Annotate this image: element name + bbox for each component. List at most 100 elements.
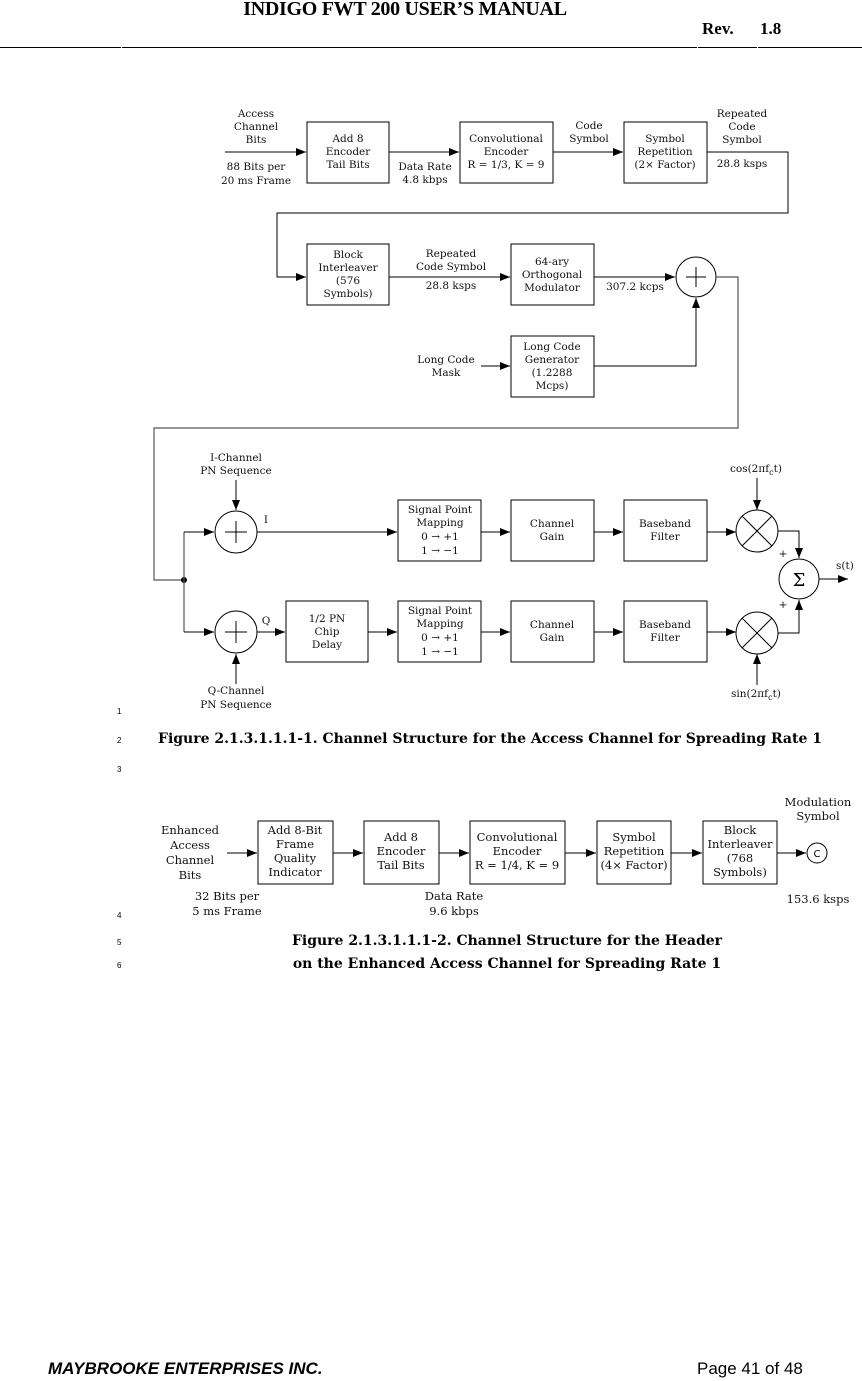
enhanced-tail-bits-block: Add 8 Encoder Tail Bits xyxy=(363,820,440,885)
svg-text:(1.2288: (1.2288 xyxy=(532,367,573,379)
figure-1: Access Channel Bits 88 Bits per 20 ms Fr… xyxy=(117,108,854,774)
modulator-rate-label: 307.2 kcps xyxy=(606,281,664,293)
figure-1-caption: Figure 2.1.3.1.1.1-1. Channel Structure … xyxy=(158,731,822,747)
svg-text:Tail Bits: Tail Bits xyxy=(377,858,424,872)
svg-text:Modulator: Modulator xyxy=(524,282,581,294)
q-mixer-icon xyxy=(735,611,779,655)
q-channel-gain-block: Channel Gain xyxy=(510,600,595,663)
svg-text:PN Sequence: PN Sequence xyxy=(200,465,272,477)
svg-text:sin(2πfct): sin(2πfct) xyxy=(731,688,781,702)
i-signal-mapping-block: Signal Point Mapping 0 → +1 1 → −1 xyxy=(397,499,482,562)
svg-text:Encoder: Encoder xyxy=(377,844,426,858)
svg-text:Signal Point: Signal Point xyxy=(408,504,473,516)
svg-text:1/2 PN: 1/2 PN xyxy=(309,613,346,625)
code-symbol-label: Code Symbol xyxy=(569,120,609,145)
svg-text:Delay: Delay xyxy=(312,639,342,651)
svg-text:Orthogonal: Orthogonal xyxy=(522,269,583,281)
i-label: I xyxy=(264,514,268,526)
figure-2: Enhanced Access Channel Bits 32 Bits per… xyxy=(117,795,852,972)
summer-icon: Σ xyxy=(778,558,820,600)
connector-c-icon: C xyxy=(806,842,828,864)
svg-text:Encoder: Encoder xyxy=(493,844,542,858)
enhanced-input-label: Enhanced Access Channel Bits xyxy=(161,823,220,882)
svg-text:Mcps): Mcps) xyxy=(536,380,569,392)
repeated-code-symbol-label: Repeated Code Symbol 28.8 ksps xyxy=(717,108,768,170)
plus-sign: + xyxy=(779,599,788,611)
output-rate-label: 153.6 ksps xyxy=(787,892,850,906)
svg-text:Interleaver: Interleaver xyxy=(318,262,378,274)
svg-text:Bits: Bits xyxy=(179,868,202,882)
svg-text:Gain: Gain xyxy=(540,531,565,543)
svg-text:Symbol: Symbol xyxy=(612,830,656,844)
svg-text:Baseband: Baseband xyxy=(639,518,691,530)
convolutional-encoder-block: Convolutional Encoder R = 1/3, K = 9 xyxy=(459,121,554,184)
i-channel-gain-block: Channel Gain xyxy=(510,499,595,562)
svg-text:Channel: Channel xyxy=(530,518,575,530)
svg-text:Access: Access xyxy=(169,838,210,852)
svg-text:Add 8: Add 8 xyxy=(383,830,418,844)
svg-text:Add 8-Bit: Add 8-Bit xyxy=(267,823,323,837)
svg-text:Gain: Gain xyxy=(540,632,565,644)
svg-text:Σ: Σ xyxy=(793,570,806,591)
svg-text:28.8 ksps: 28.8 ksps xyxy=(426,280,477,292)
q-xor-icon xyxy=(214,610,258,654)
svg-text:(2× Factor): (2× Factor) xyxy=(634,159,695,171)
svg-text:Enhanced: Enhanced xyxy=(161,823,220,837)
line-number: 3 xyxy=(117,765,122,774)
svg-text:Interleaver: Interleaver xyxy=(707,837,773,851)
enhanced-block-interleaver-block: Block Interleaver (768 Symbols) xyxy=(702,820,778,885)
svg-text:0 → +1: 0 → +1 xyxy=(421,531,459,543)
svg-text:R = 1/4, K = 9: R = 1/4, K = 9 xyxy=(475,858,559,872)
svg-text:Code: Code xyxy=(575,120,602,132)
i-pn-sequence-label: I-Channel PN Sequence xyxy=(200,452,272,477)
enhanced-data-rate: Data Rate 9.6 kbps xyxy=(425,889,484,918)
enhanced-symbol-repetition-block: Symbol Repetition (4× Factor) xyxy=(596,820,672,885)
svg-text:64-ary: 64-ary xyxy=(535,256,569,268)
svg-text:Access: Access xyxy=(237,108,274,120)
svg-text:Add 8: Add 8 xyxy=(331,133,363,145)
data-rate-label: Data Rate 4.8 kbps xyxy=(398,161,451,186)
svg-text:28.8 ksps: 28.8 ksps xyxy=(717,158,768,170)
long-code-generator-block: Long Code Generator (1.2288 Mcps) xyxy=(510,335,595,398)
frame-quality-block: Add 8-Bit Frame Quality Indicator xyxy=(257,820,334,885)
i-baseband-filter-block: Baseband Filter xyxy=(623,499,708,562)
svg-text:Convolutional: Convolutional xyxy=(469,133,543,145)
svg-text:Mapping: Mapping xyxy=(416,618,464,630)
symbol-repetition-block: Symbol Repetition (2× Factor) xyxy=(623,121,708,184)
line-number: 4 xyxy=(117,911,122,920)
svg-text:32 Bits per: 32 Bits per xyxy=(195,889,260,903)
interleaver-output-label: Repeated Code Symbol 28.8 ksps xyxy=(416,248,487,292)
input-rate: 88 Bits per 20 ms Frame xyxy=(221,161,291,187)
svg-text:Data Rate: Data Rate xyxy=(425,889,484,903)
svg-text:Tail Bits: Tail Bits xyxy=(326,159,369,171)
footer-page-number: Page 41 of 48 xyxy=(697,1359,803,1378)
svg-text:Repeated: Repeated xyxy=(717,108,768,120)
svg-text:Filter: Filter xyxy=(650,632,680,644)
svg-text:Code Symbol: Code Symbol xyxy=(416,261,487,273)
svg-text:Channel: Channel xyxy=(166,853,215,867)
svg-text:Repeated: Repeated xyxy=(426,248,477,260)
pn-chip-delay-block: 1/2 PN Chip Delay xyxy=(285,600,369,663)
svg-text:20 ms Frame: 20 ms Frame xyxy=(221,175,291,187)
enhanced-input-rate: 32 Bits per 5 ms Frame xyxy=(192,889,262,918)
tail-bits-block: Add 8 Encoder Tail Bits xyxy=(306,121,390,184)
line-number: 6 xyxy=(117,961,122,970)
figure-2-caption-line-1: Figure 2.1.3.1.1.1-2. Channel Structure … xyxy=(292,933,723,949)
input-label: Access Channel Bits xyxy=(234,108,279,146)
svg-text:Channel: Channel xyxy=(530,619,575,631)
long-code-mask-label: Long Code Mask xyxy=(417,354,474,379)
svg-text:Symbol: Symbol xyxy=(569,133,609,145)
svg-text:Symbol: Symbol xyxy=(796,809,840,823)
block-interleaver-block: Block Interleaver (576 Symbols) xyxy=(306,243,390,306)
svg-text:PN Sequence: PN Sequence xyxy=(200,699,272,711)
svg-text:0 → +1: 0 → +1 xyxy=(421,632,459,644)
diagram-canvas: Access Channel Bits 88 Bits per 20 ms Fr… xyxy=(117,108,854,972)
svg-text:Channel: Channel xyxy=(234,121,279,133)
svg-text:Long Code: Long Code xyxy=(417,354,474,366)
svg-text:Baseband: Baseband xyxy=(639,619,691,631)
svg-text:Symbols): Symbols) xyxy=(324,288,373,300)
svg-text:Signal Point: Signal Point xyxy=(408,605,473,617)
svg-text:Chip: Chip xyxy=(315,626,340,638)
orthogonal-modulator-block: 64-ary Orthogonal Modulator xyxy=(510,243,595,306)
xor-adder-icon xyxy=(675,256,717,298)
